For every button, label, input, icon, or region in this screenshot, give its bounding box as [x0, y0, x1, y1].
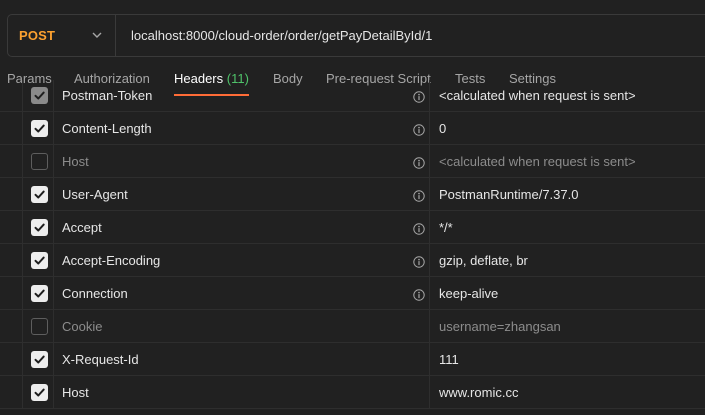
- header-key[interactable]: Accept: [62, 220, 102, 235]
- column-divider: [429, 80, 430, 112]
- header-value[interactable]: username=zhangsan: [439, 319, 561, 334]
- method-label: POST: [19, 28, 56, 43]
- header-value[interactable]: gzip, deflate, br: [439, 253, 528, 268]
- column-divider: [429, 211, 430, 244]
- column-divider: [429, 310, 430, 343]
- header-row: Connection keep-alive: [0, 277, 705, 310]
- row-drag-handle[interactable]: [0, 112, 23, 145]
- row-drag-handle[interactable]: [0, 376, 23, 409]
- info-icon[interactable]: [413, 255, 425, 268]
- header-row: Host <calculated when request is sent>: [0, 145, 705, 178]
- column-divider: [429, 145, 430, 178]
- row-drag-handle[interactable]: [0, 178, 23, 211]
- header-value[interactable]: www.romic.cc: [439, 385, 518, 400]
- header-enabled-checkbox[interactable]: [31, 87, 48, 104]
- checkbox-cell: [23, 343, 54, 376]
- column-divider: [429, 277, 430, 310]
- checkbox-cell: [23, 211, 54, 244]
- row-drag-handle[interactable]: [0, 80, 23, 112]
- header-row: User-Agent PostmanRuntime/7.37.0: [0, 178, 705, 211]
- checkbox-cell: [23, 376, 54, 409]
- header-enabled-checkbox[interactable]: [31, 186, 48, 203]
- header-enabled-checkbox[interactable]: [31, 285, 48, 302]
- header-enabled-checkbox[interactable]: [31, 351, 48, 368]
- info-icon[interactable]: [413, 123, 425, 136]
- url-input[interactable]: localhost:8000/cloud-order/order/getPayD…: [131, 28, 432, 43]
- header-value[interactable]: 0: [439, 121, 446, 136]
- header-row: Cookie username=zhangsan: [0, 310, 705, 343]
- request-url-bar: POST localhost:8000/cloud-order/order/ge…: [7, 14, 705, 57]
- checkbox-cell: [23, 244, 54, 277]
- checkbox-cell: [23, 112, 54, 145]
- header-row: Content-Length 0: [0, 112, 705, 145]
- header-enabled-checkbox[interactable]: [31, 318, 48, 335]
- header-value[interactable]: keep-alive: [439, 286, 498, 301]
- header-row: X-Request-Id 111: [0, 343, 705, 376]
- method-select[interactable]: POST: [8, 15, 116, 56]
- header-key[interactable]: Cookie: [62, 319, 102, 334]
- header-enabled-checkbox[interactable]: [31, 120, 48, 137]
- chevron-down-icon: [92, 32, 102, 38]
- header-key[interactable]: Host: [62, 154, 89, 169]
- column-divider: [429, 244, 430, 277]
- info-icon[interactable]: [413, 189, 425, 202]
- header-key[interactable]: Connection: [62, 286, 128, 301]
- row-drag-handle[interactable]: [0, 343, 23, 376]
- header-enabled-checkbox[interactable]: [31, 153, 48, 170]
- info-icon[interactable]: [413, 90, 425, 103]
- header-row: Accept-Encoding gzip, deflate, br: [0, 244, 705, 277]
- row-drag-handle[interactable]: [0, 244, 23, 277]
- header-row: Accept */*: [0, 211, 705, 244]
- info-icon[interactable]: [413, 156, 425, 169]
- header-enabled-checkbox[interactable]: [31, 219, 48, 236]
- header-value[interactable]: <calculated when request is sent>: [439, 88, 636, 103]
- column-divider: [429, 376, 430, 409]
- header-key[interactable]: Postman-Token: [62, 88, 152, 103]
- header-row: Postman-Token <calculated when request is…: [0, 80, 705, 112]
- checkbox-cell: [23, 310, 54, 343]
- row-drag-handle[interactable]: [0, 211, 23, 244]
- header-value[interactable]: PostmanRuntime/7.37.0: [439, 187, 578, 202]
- column-divider: [429, 112, 430, 145]
- header-enabled-checkbox[interactable]: [31, 384, 48, 401]
- checkbox-cell: [23, 80, 54, 112]
- header-value[interactable]: 111: [439, 352, 459, 367]
- header-key[interactable]: X-Request-Id: [62, 352, 139, 367]
- headers-table: Postman-Token <calculated when request is…: [0, 80, 705, 415]
- checkbox-cell: [23, 277, 54, 310]
- header-value[interactable]: <calculated when request is sent>: [439, 154, 636, 169]
- header-key[interactable]: Host: [62, 385, 89, 400]
- row-drag-handle[interactable]: [0, 310, 23, 343]
- header-key[interactable]: Accept-Encoding: [62, 253, 160, 268]
- checkbox-cell: [23, 145, 54, 178]
- row-drag-handle[interactable]: [0, 145, 23, 178]
- header-row: Host www.romic.cc: [0, 376, 705, 409]
- column-divider: [429, 178, 430, 211]
- checkbox-cell: [23, 178, 54, 211]
- info-icon[interactable]: [413, 288, 425, 301]
- column-divider: [429, 343, 430, 376]
- header-value[interactable]: */*: [439, 220, 453, 235]
- row-drag-handle[interactable]: [0, 277, 23, 310]
- header-enabled-checkbox[interactable]: [31, 252, 48, 269]
- info-icon[interactable]: [413, 222, 425, 235]
- header-key[interactable]: Content-Length: [62, 121, 152, 136]
- header-key[interactable]: User-Agent: [62, 187, 128, 202]
